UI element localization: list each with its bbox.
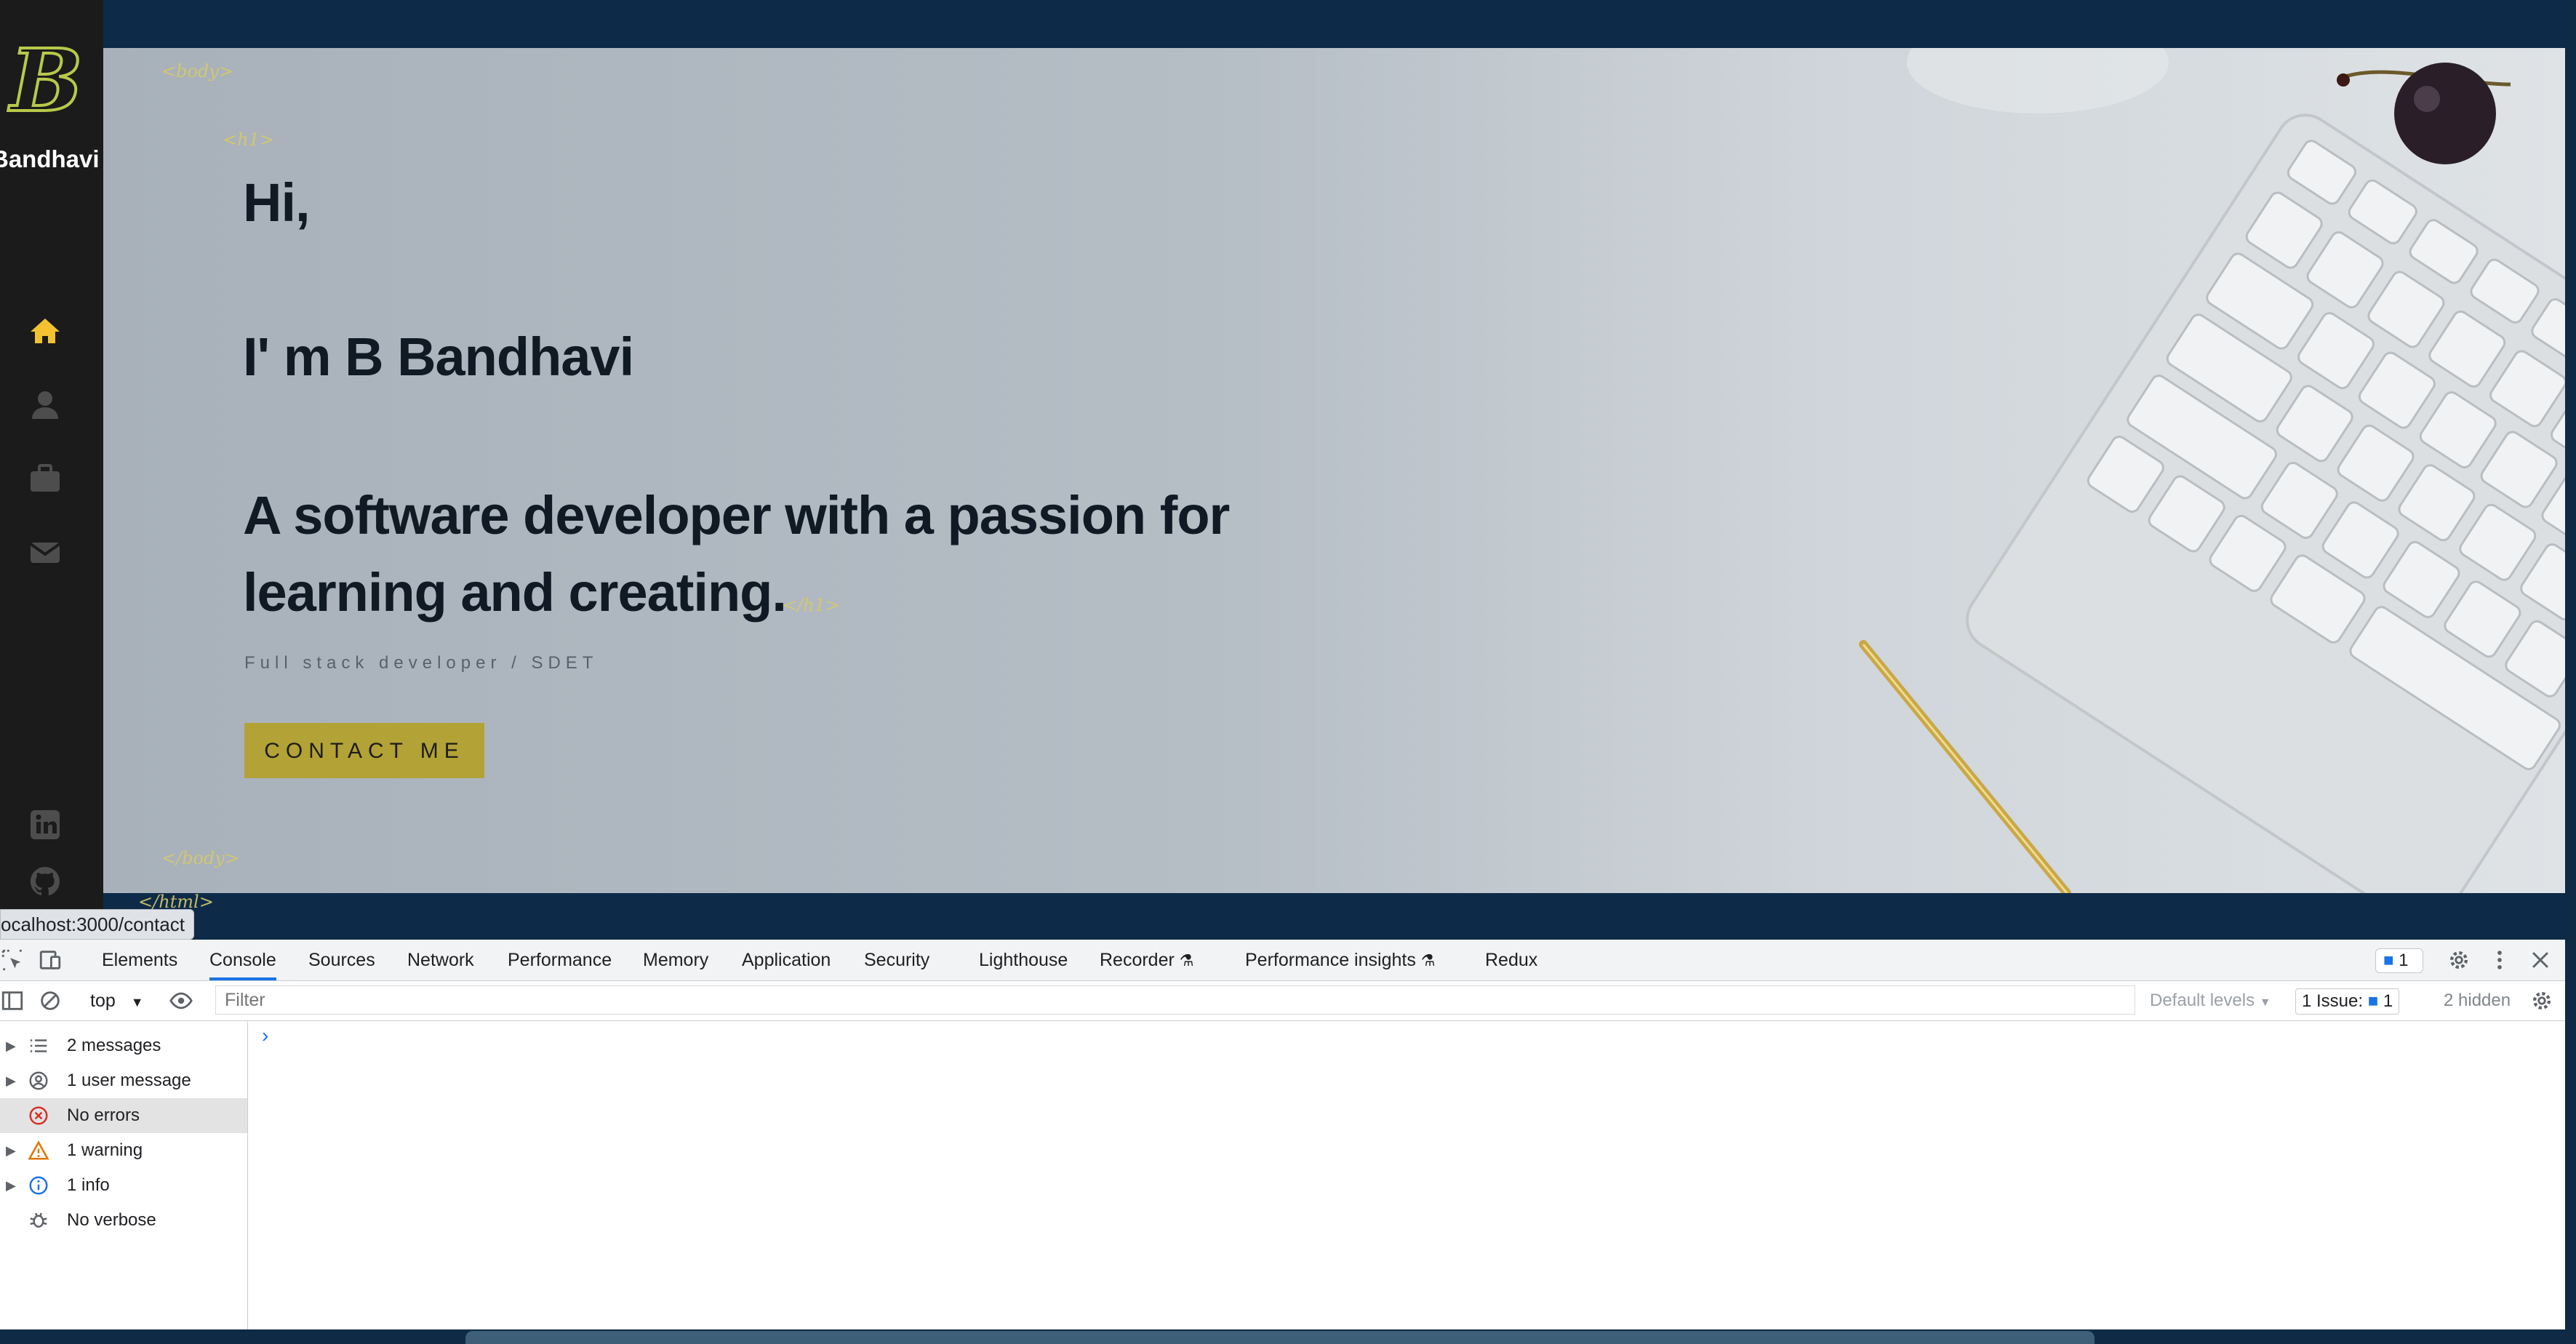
- tab-elements[interactable]: Elements: [102, 940, 177, 980]
- hero-section: <body> <h1> Hi, I' m B Bandhavi A softwa…: [103, 48, 2565, 893]
- log-levels-dropdown[interactable]: Default levels ▼: [2150, 981, 2271, 1020]
- tab-sources[interactable]: Sources: [308, 940, 375, 980]
- eye-icon[interactable]: [169, 988, 193, 1013]
- devtools-tab-bar: Elements Console Sources Network Perform…: [0, 940, 2565, 981]
- sidebar-item-errors[interactable]: No errors: [0, 1098, 247, 1133]
- clear-console-icon[interactable]: [38, 988, 63, 1013]
- tab-performance[interactable]: Performance: [508, 940, 612, 980]
- tab-console[interactable]: Console: [209, 940, 276, 980]
- sidebar-item-label: 2 messages: [67, 1036, 161, 1055]
- issues-button[interactable]: 1 Issue: ■ 1: [2295, 988, 2400, 1015]
- tab-memory[interactable]: Memory: [643, 940, 708, 980]
- home-icon[interactable]: [28, 314, 63, 349]
- message-icon: ■: [2367, 991, 2379, 1011]
- list-icon: [28, 1035, 49, 1057]
- device-toolbar-icon[interactable]: [38, 948, 63, 972]
- error-icon: [28, 1105, 49, 1127]
- sidebar-toggle-icon[interactable]: [0, 988, 25, 1013]
- expand-arrow-icon[interactable]: ▶: [6, 1178, 16, 1193]
- expand-arrow-icon[interactable]: ▶: [6, 1073, 16, 1089]
- contact-me-button[interactable]: CONTACT ME: [244, 723, 484, 778]
- sidebar-item-label: 1 user message: [67, 1071, 191, 1090]
- console-filter-input[interactable]: [215, 985, 2135, 1015]
- logo-name: Bandhavi: [0, 145, 100, 172]
- tab-security[interactable]: Security: [864, 940, 929, 980]
- dropdown-arrow-icon: ▼: [130, 995, 144, 1009]
- hero-background-image: [1859, 48, 2565, 893]
- hero-role: Full stack developer / SDET: [244, 653, 599, 673]
- mail-icon[interactable]: [28, 535, 63, 570]
- sidebar-item-user-messages[interactable]: ▶ 1 user message: [0, 1063, 247, 1098]
- console-settings-icon[interactable]: [2529, 988, 2554, 1013]
- settings-gear-icon[interactable]: [2447, 948, 2471, 972]
- sidebar-item-label: 1 warning: [67, 1140, 143, 1160]
- sidebar-item-warnings[interactable]: ▶ 1 warning: [0, 1133, 247, 1168]
- tab-redux[interactable]: Redux: [1485, 940, 1537, 980]
- dock-edge: [465, 1331, 2095, 1344]
- sidebar-nav: B Bandhavi: [0, 0, 103, 940]
- hidden-messages-count: 2 hidden: [2444, 991, 2511, 1010]
- sidebar-item-info[interactable]: ▶ 1 info: [0, 1168, 247, 1203]
- hero-intro: I' m B Bandhavi: [243, 327, 634, 387]
- warning-icon: [28, 1140, 49, 1161]
- expand-arrow-icon[interactable]: ▶: [6, 1039, 16, 1054]
- issues-badge[interactable]: ■ 1: [2375, 948, 2423, 973]
- sidebar-item-label: No verbose: [67, 1210, 156, 1230]
- console-toolbar: top ▼ Default levels ▼ 1 Issue: ■ 1 2 hi…: [0, 981, 2565, 1021]
- log-levels-label: Default levels: [2150, 991, 2255, 1010]
- status-url-tooltip: ocalhost:3000/contact: [0, 909, 194, 940]
- linkedin-icon[interactable]: [28, 807, 63, 842]
- sidebar-item-label: 1 info: [67, 1175, 110, 1195]
- tab-recorder[interactable]: Recorder ⚗: [1100, 940, 1194, 980]
- bug-icon: [28, 1209, 49, 1231]
- tab-network[interactable]: Network: [407, 940, 474, 980]
- more-options-icon[interactable]: [2487, 948, 2512, 972]
- expand-arrow-icon[interactable]: ▶: [6, 1143, 16, 1159]
- sidebar-item-label: No errors: [67, 1105, 140, 1125]
- close-icon[interactable]: [2528, 948, 2553, 972]
- user-circle-icon: [28, 1070, 49, 1092]
- code-tag-h1-close: </h1>: [783, 595, 841, 615]
- flask-icon: ⚗: [1179, 951, 1194, 969]
- sidebar-item-messages[interactable]: ▶ 2 messages: [0, 1028, 247, 1063]
- issues-button-count: 1: [2383, 991, 2393, 1011]
- tab-performance-insights-label: Performance insights: [1245, 950, 1416, 970]
- issues-badge-count: 1: [2399, 951, 2409, 970]
- dropdown-arrow-icon: ▼: [2259, 996, 2271, 1009]
- hero-greeting: Hi,: [243, 172, 311, 233]
- logo[interactable]: B: [9, 36, 84, 125]
- context-select-value: top: [90, 991, 116, 1011]
- website-viewport: B Bandhavi <body> <h1> Hi, I' m B Bandha…: [0, 0, 2565, 940]
- briefcase-icon[interactable]: [28, 461, 63, 496]
- code-tag-h1-open: <h1>: [223, 129, 274, 150]
- tab-application[interactable]: Application: [742, 940, 831, 980]
- info-icon: [28, 1175, 49, 1196]
- code-tag-body-close: </body>: [161, 848, 240, 868]
- code-tag-body-open: <body>: [161, 61, 233, 81]
- tab-recorder-label: Recorder: [1100, 950, 1175, 970]
- context-select[interactable]: top ▼: [90, 981, 144, 1020]
- issues-button-label: 1 Issue:: [2302, 991, 2364, 1011]
- devtools-panel: Elements Console Sources Network Perform…: [0, 940, 2565, 1329]
- console-sidebar: ▶ 2 messages ▶ 1 user message No errors …: [0, 1021, 248, 1329]
- user-icon[interactable]: [28, 387, 63, 422]
- github-icon[interactable]: [28, 864, 63, 899]
- console-prompt[interactable]: ›: [262, 1024, 268, 1047]
- flask-icon: ⚗: [1420, 951, 1436, 969]
- hero-tagline: A software developer with a passion for …: [243, 485, 1230, 623]
- message-icon: ■: [2383, 951, 2394, 970]
- inspect-element-icon[interactable]: [0, 948, 25, 972]
- sidebar-item-verbose[interactable]: No verbose: [0, 1203, 247, 1238]
- tab-lighthouse[interactable]: Lighthouse: [979, 940, 1068, 980]
- tab-performance-insights[interactable]: Performance insights ⚗: [1245, 940, 1436, 980]
